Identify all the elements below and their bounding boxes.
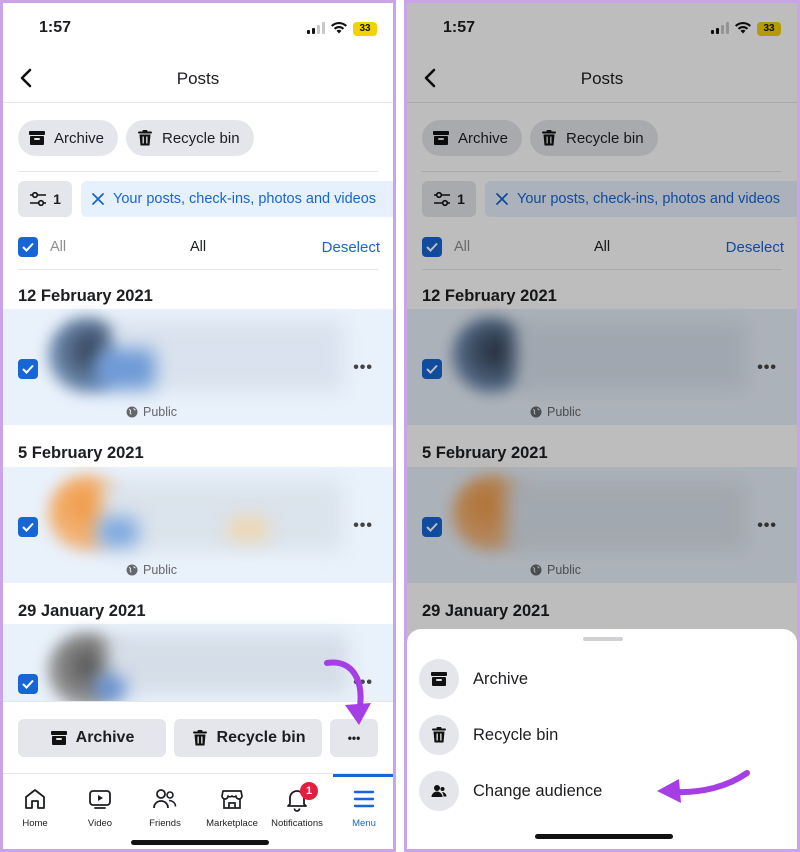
- close-icon[interactable]: [91, 192, 105, 206]
- check-icon: [22, 679, 34, 689]
- globe-icon: [126, 406, 138, 418]
- trash-icon: [138, 130, 152, 146]
- tab-menu[interactable]: Menu: [332, 782, 393, 829]
- sheet-item-recycle-bin[interactable]: Recycle bin: [419, 714, 558, 756]
- selection-row: All All Deselect: [3, 235, 393, 261]
- deselect-link[interactable]: Deselect: [322, 239, 380, 256]
- archive-icon: [29, 131, 45, 145]
- archive-icon: [419, 659, 459, 699]
- menu-icon: [353, 790, 375, 808]
- audience-label: Public: [126, 563, 177, 577]
- post-checkbox[interactable]: [18, 674, 38, 694]
- active-tab-indicator: [333, 774, 393, 777]
- sheet-item-label: Recycle bin: [473, 725, 559, 744]
- more-actions-label: •••: [347, 731, 361, 745]
- tab-label: Marketplace: [206, 818, 258, 829]
- marketplace-icon: [221, 790, 243, 809]
- audience-text: Public: [143, 405, 178, 419]
- sheet-item-label: Change audience: [473, 781, 603, 800]
- divider: [18, 269, 378, 270]
- bulk-action-bar: Archive Recycle bin •••: [3, 701, 393, 773]
- tab-home[interactable]: Home: [3, 782, 67, 829]
- post-item[interactable]: ••• Public: [3, 309, 393, 425]
- archive-icon: [50, 731, 67, 745]
- recycle-bin-label: Recycle bin: [162, 129, 240, 147]
- post-checkbox[interactable]: [18, 517, 38, 537]
- home-icon: [25, 789, 45, 809]
- signal-icon: [307, 22, 325, 34]
- archive-label: Archive: [54, 129, 105, 147]
- blurred-post-image: [95, 676, 125, 700]
- tab-label: Menu: [352, 818, 376, 829]
- check-icon: [22, 522, 34, 532]
- divider: [18, 171, 378, 172]
- trash-icon: [192, 730, 207, 746]
- blurred-post-content: [103, 481, 343, 551]
- post-item[interactable]: ••• Public: [3, 467, 393, 583]
- more-options-icon[interactable]: •••: [353, 674, 373, 692]
- home-indicator: [131, 840, 269, 845]
- tab-label: Notifications: [271, 818, 323, 829]
- tab-notifications[interactable]: 1 Notifications: [265, 782, 329, 829]
- tab-label: Video: [87, 818, 113, 829]
- blurred-post-image: [98, 517, 138, 547]
- tab-video[interactable]: Video: [68, 782, 132, 829]
- wifi-icon: [331, 21, 347, 34]
- post-date: 5 February 2021: [18, 444, 144, 462]
- bulk-recycle-bin-button[interactable]: Recycle bin: [174, 719, 322, 757]
- page-title: Posts: [176, 69, 220, 88]
- recycle-bin-button[interactable]: Recycle bin: [126, 120, 254, 156]
- audience-text: Public: [143, 563, 178, 577]
- home-indicator: [535, 834, 673, 839]
- filter-button[interactable]: 1: [18, 181, 72, 217]
- post-date: 29 January 2021: [18, 602, 146, 620]
- sheet-item-label: Archive: [473, 669, 529, 688]
- blurred-post-content: [108, 634, 348, 694]
- status-time: 1:57: [39, 19, 72, 36]
- status-bar: 1:57 33: [3, 3, 393, 55]
- filter-chip-label: Your posts, check-ins, photos and videos: [113, 191, 377, 207]
- bulk-archive-label: Archive: [75, 729, 135, 746]
- notification-badge: 1: [300, 782, 318, 800]
- sheet-item-archive[interactable]: Archive: [419, 658, 528, 700]
- tab-label: Home: [22, 818, 48, 829]
- tab-label: Friends: [149, 818, 181, 829]
- blurred-post-image: [95, 349, 155, 389]
- audience-label: Public: [126, 405, 177, 419]
- globe-icon: [126, 564, 138, 576]
- bulk-recycle-bin-label: Recycle bin: [216, 729, 306, 746]
- video-icon: [89, 790, 111, 809]
- post-date: 12 February 2021: [18, 287, 153, 305]
- filter-chip[interactable]: Your posts, check-ins, photos and videos: [81, 181, 393, 217]
- archive-button[interactable]: Archive: [18, 120, 119, 156]
- check-icon: [22, 364, 34, 374]
- friends-icon: [153, 789, 177, 809]
- phone-screen-left: 1:57 33 Posts Archive Recycle bin 1 Your…: [0, 0, 396, 852]
- tab-marketplace[interactable]: Marketplace: [200, 782, 264, 829]
- tab-bar: Home Video Friends Marketplace 1 Notific…: [3, 773, 393, 849]
- trash-icon: [419, 715, 459, 755]
- more-options-icon[interactable]: •••: [353, 359, 373, 377]
- more-options-icon[interactable]: •••: [353, 517, 373, 535]
- blurred-post-image: [228, 517, 268, 541]
- battery-indicator: 33: [353, 22, 377, 36]
- sheet-grabber[interactable]: [583, 637, 623, 641]
- bulk-archive-button[interactable]: Archive: [18, 719, 166, 757]
- filter-count: 1: [53, 191, 61, 207]
- audience-icon: [419, 771, 459, 811]
- sliders-icon: [30, 191, 47, 207]
- sheet-item-change-audience[interactable]: Change audience: [419, 770, 602, 812]
- more-actions-button[interactable]: •••: [330, 719, 378, 757]
- page-header: Posts: [3, 55, 393, 103]
- tab-friends[interactable]: Friends: [133, 782, 197, 829]
- post-checkbox[interactable]: [18, 359, 38, 379]
- phone-screen-right: 1:57 33 Posts Archive Recycle bin 1 Your…: [404, 0, 800, 852]
- action-sheet: Archive Recycle bin Change audience: [407, 629, 797, 849]
